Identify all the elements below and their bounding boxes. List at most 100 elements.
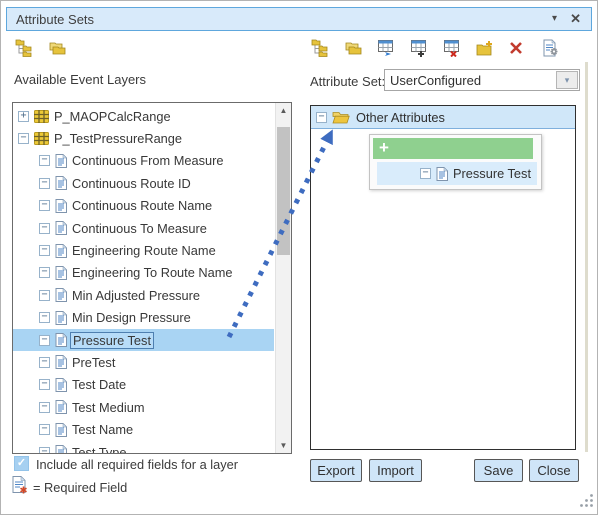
collapse-all-icon[interactable] <box>46 38 68 58</box>
attribute-set-label: Attribute Set: <box>310 74 385 89</box>
expander-icon[interactable]: − <box>39 267 50 278</box>
expand-all-icon[interactable] <box>13 38 35 58</box>
field-icon <box>436 167 448 181</box>
tree-item[interactable]: − P_TestPressureRange <box>13 127 274 149</box>
resize-grip[interactable] <box>579 493 595 514</box>
tree-item-label: Continuous Route Name <box>72 198 212 213</box>
scroll-down-icon[interactable]: ▼ <box>276 441 291 450</box>
table-delete-icon[interactable] <box>441 38 463 58</box>
expander-icon[interactable]: − <box>18 133 29 144</box>
scrollbar-thumb[interactable] <box>277 127 290 255</box>
tree-item-label: Continuous To Measure <box>72 221 207 236</box>
attribute-set-panel: − Other Attributes + − Pressure Test <box>310 105 576 450</box>
delete-icon[interactable] <box>505 38 527 58</box>
expander-icon[interactable]: − <box>39 357 50 368</box>
drag-add-indicator: + <box>373 138 533 159</box>
tree-item-label: Test Medium <box>72 400 145 415</box>
tree-item-label: Engineering Route Name <box>72 243 216 258</box>
expander-icon[interactable]: − <box>39 155 50 166</box>
field-icon <box>55 288 67 302</box>
include-required-label: Include all required fields for a layer <box>36 457 238 472</box>
field-icon <box>55 199 67 213</box>
layer-icon <box>34 132 49 145</box>
expander-icon[interactable]: − <box>39 290 50 301</box>
field-icon <box>55 423 67 437</box>
tree-item-label: Pressure Test <box>453 166 531 181</box>
expander-icon[interactable]: − <box>39 447 50 454</box>
expander-icon[interactable]: − <box>316 112 327 123</box>
check-icon: ✓ <box>17 457 26 469</box>
tree-item[interactable]: − PreTest <box>13 351 274 373</box>
dialog-title: Attribute Sets <box>16 12 94 27</box>
close-icon[interactable]: ✕ <box>570 11 581 27</box>
document-gear-icon[interactable] <box>539 38 561 58</box>
field-icon <box>55 266 67 280</box>
field-icon <box>55 333 67 347</box>
collapse-all-icon[interactable] <box>342 38 364 58</box>
table-arrow-icon[interactable] <box>375 38 397 58</box>
export-button[interactable]: Export <box>310 459 362 482</box>
tree-item-label: Min Adjusted Pressure <box>72 288 200 303</box>
dialog-titlebar[interactable]: Attribute Sets ▾ ✕ <box>6 7 592 31</box>
save-button[interactable]: Save <box>474 459 523 482</box>
expander-icon[interactable]: − <box>39 312 50 323</box>
tree-item[interactable]: − Test Date <box>13 374 274 396</box>
expander-icon[interactable]: − <box>39 335 50 346</box>
expander-icon[interactable]: + <box>18 111 29 122</box>
field-icon <box>55 244 67 258</box>
tree-item-label: Other Attributes <box>356 110 445 125</box>
field-icon <box>55 154 67 168</box>
import-button[interactable]: Import <box>369 459 422 482</box>
expander-icon: − <box>420 168 431 179</box>
scroll-up-icon[interactable]: ▲ <box>276 106 291 115</box>
include-required-checkbox[interactable]: ✓ <box>14 456 29 471</box>
field-icon <box>55 400 67 414</box>
tree-item[interactable]: −Pressure Test <box>13 329 274 351</box>
tree-item[interactable]: − Continuous To Measure <box>13 217 274 239</box>
required-field-icon <box>12 476 28 499</box>
tree-item[interactable]: − Continuous Route Name <box>13 195 274 217</box>
expander-icon[interactable]: − <box>39 424 50 435</box>
tree-item[interactable]: −Continuous From Measure <box>13 150 274 172</box>
tree-item[interactable]: −Test Name <box>13 418 274 440</box>
available-layers-heading: Available Event Layers <box>14 72 146 87</box>
expander-icon[interactable]: − <box>39 379 50 390</box>
available-layers-panel: +P_MAOPCalcRange−P_TestPressureRange−Con… <box>12 102 292 454</box>
folder-add-icon[interactable] <box>474 38 496 58</box>
attribute-set-select[interactable]: UserConfigured ▾ <box>384 69 580 91</box>
tree-item-label: Min Design Pressure <box>72 310 191 325</box>
tree-item-label: Engineering To Route Name <box>72 265 233 280</box>
tree-item-label: Test Date <box>72 377 126 392</box>
tree-item-label: P_MAOPCalcRange <box>54 109 171 124</box>
tree-item-other-attributes[interactable]: − Other Attributes <box>311 106 575 129</box>
expander-icon[interactable]: − <box>39 245 50 256</box>
plus-icon: + <box>379 138 389 157</box>
chevron-down-icon[interactable]: ▾ <box>556 71 578 89</box>
close-button[interactable]: Close <box>529 459 579 482</box>
titlebar-dropdown-icon[interactable]: ▾ <box>552 13 557 24</box>
expander-icon[interactable]: − <box>39 200 50 211</box>
tree-item[interactable]: − Engineering Route Name <box>13 239 274 261</box>
field-icon <box>55 176 67 190</box>
expander-icon[interactable]: − <box>39 223 50 234</box>
table-add-icon[interactable] <box>408 38 430 58</box>
expander-icon[interactable]: − <box>39 402 50 413</box>
tree-item[interactable]: − Min Adjusted Pressure <box>13 284 274 306</box>
tree-scrollbar[interactable]: ▲ ▼ <box>275 103 291 453</box>
expander-icon[interactable]: − <box>39 178 50 189</box>
tree-item[interactable]: −Test Type <box>13 441 274 454</box>
tree-item[interactable]: − Continuous Route ID <box>13 172 274 194</box>
background-edge <box>585 62 588 452</box>
expand-all-icon[interactable] <box>309 38 331 58</box>
tree-item[interactable]: − Test Medium <box>13 396 274 418</box>
available-layers-tree: +P_MAOPCalcRange−P_TestPressureRange−Con… <box>13 105 274 454</box>
tree-item[interactable]: − Min Design Pressure <box>13 307 274 329</box>
field-icon <box>55 221 67 235</box>
tree-item[interactable]: + P_MAOPCalcRange <box>13 105 274 127</box>
tree-item-label: P_TestPressureRange <box>54 131 182 146</box>
tree-item[interactable]: − Engineering To Route Name <box>13 262 274 284</box>
attribute-set-value: UserConfigured <box>390 73 481 88</box>
tree-item-label: Continuous Route ID <box>72 176 191 191</box>
drag-ghost: + − Pressure Test <box>369 134 542 190</box>
tree-item-label: PreTest <box>72 355 115 370</box>
